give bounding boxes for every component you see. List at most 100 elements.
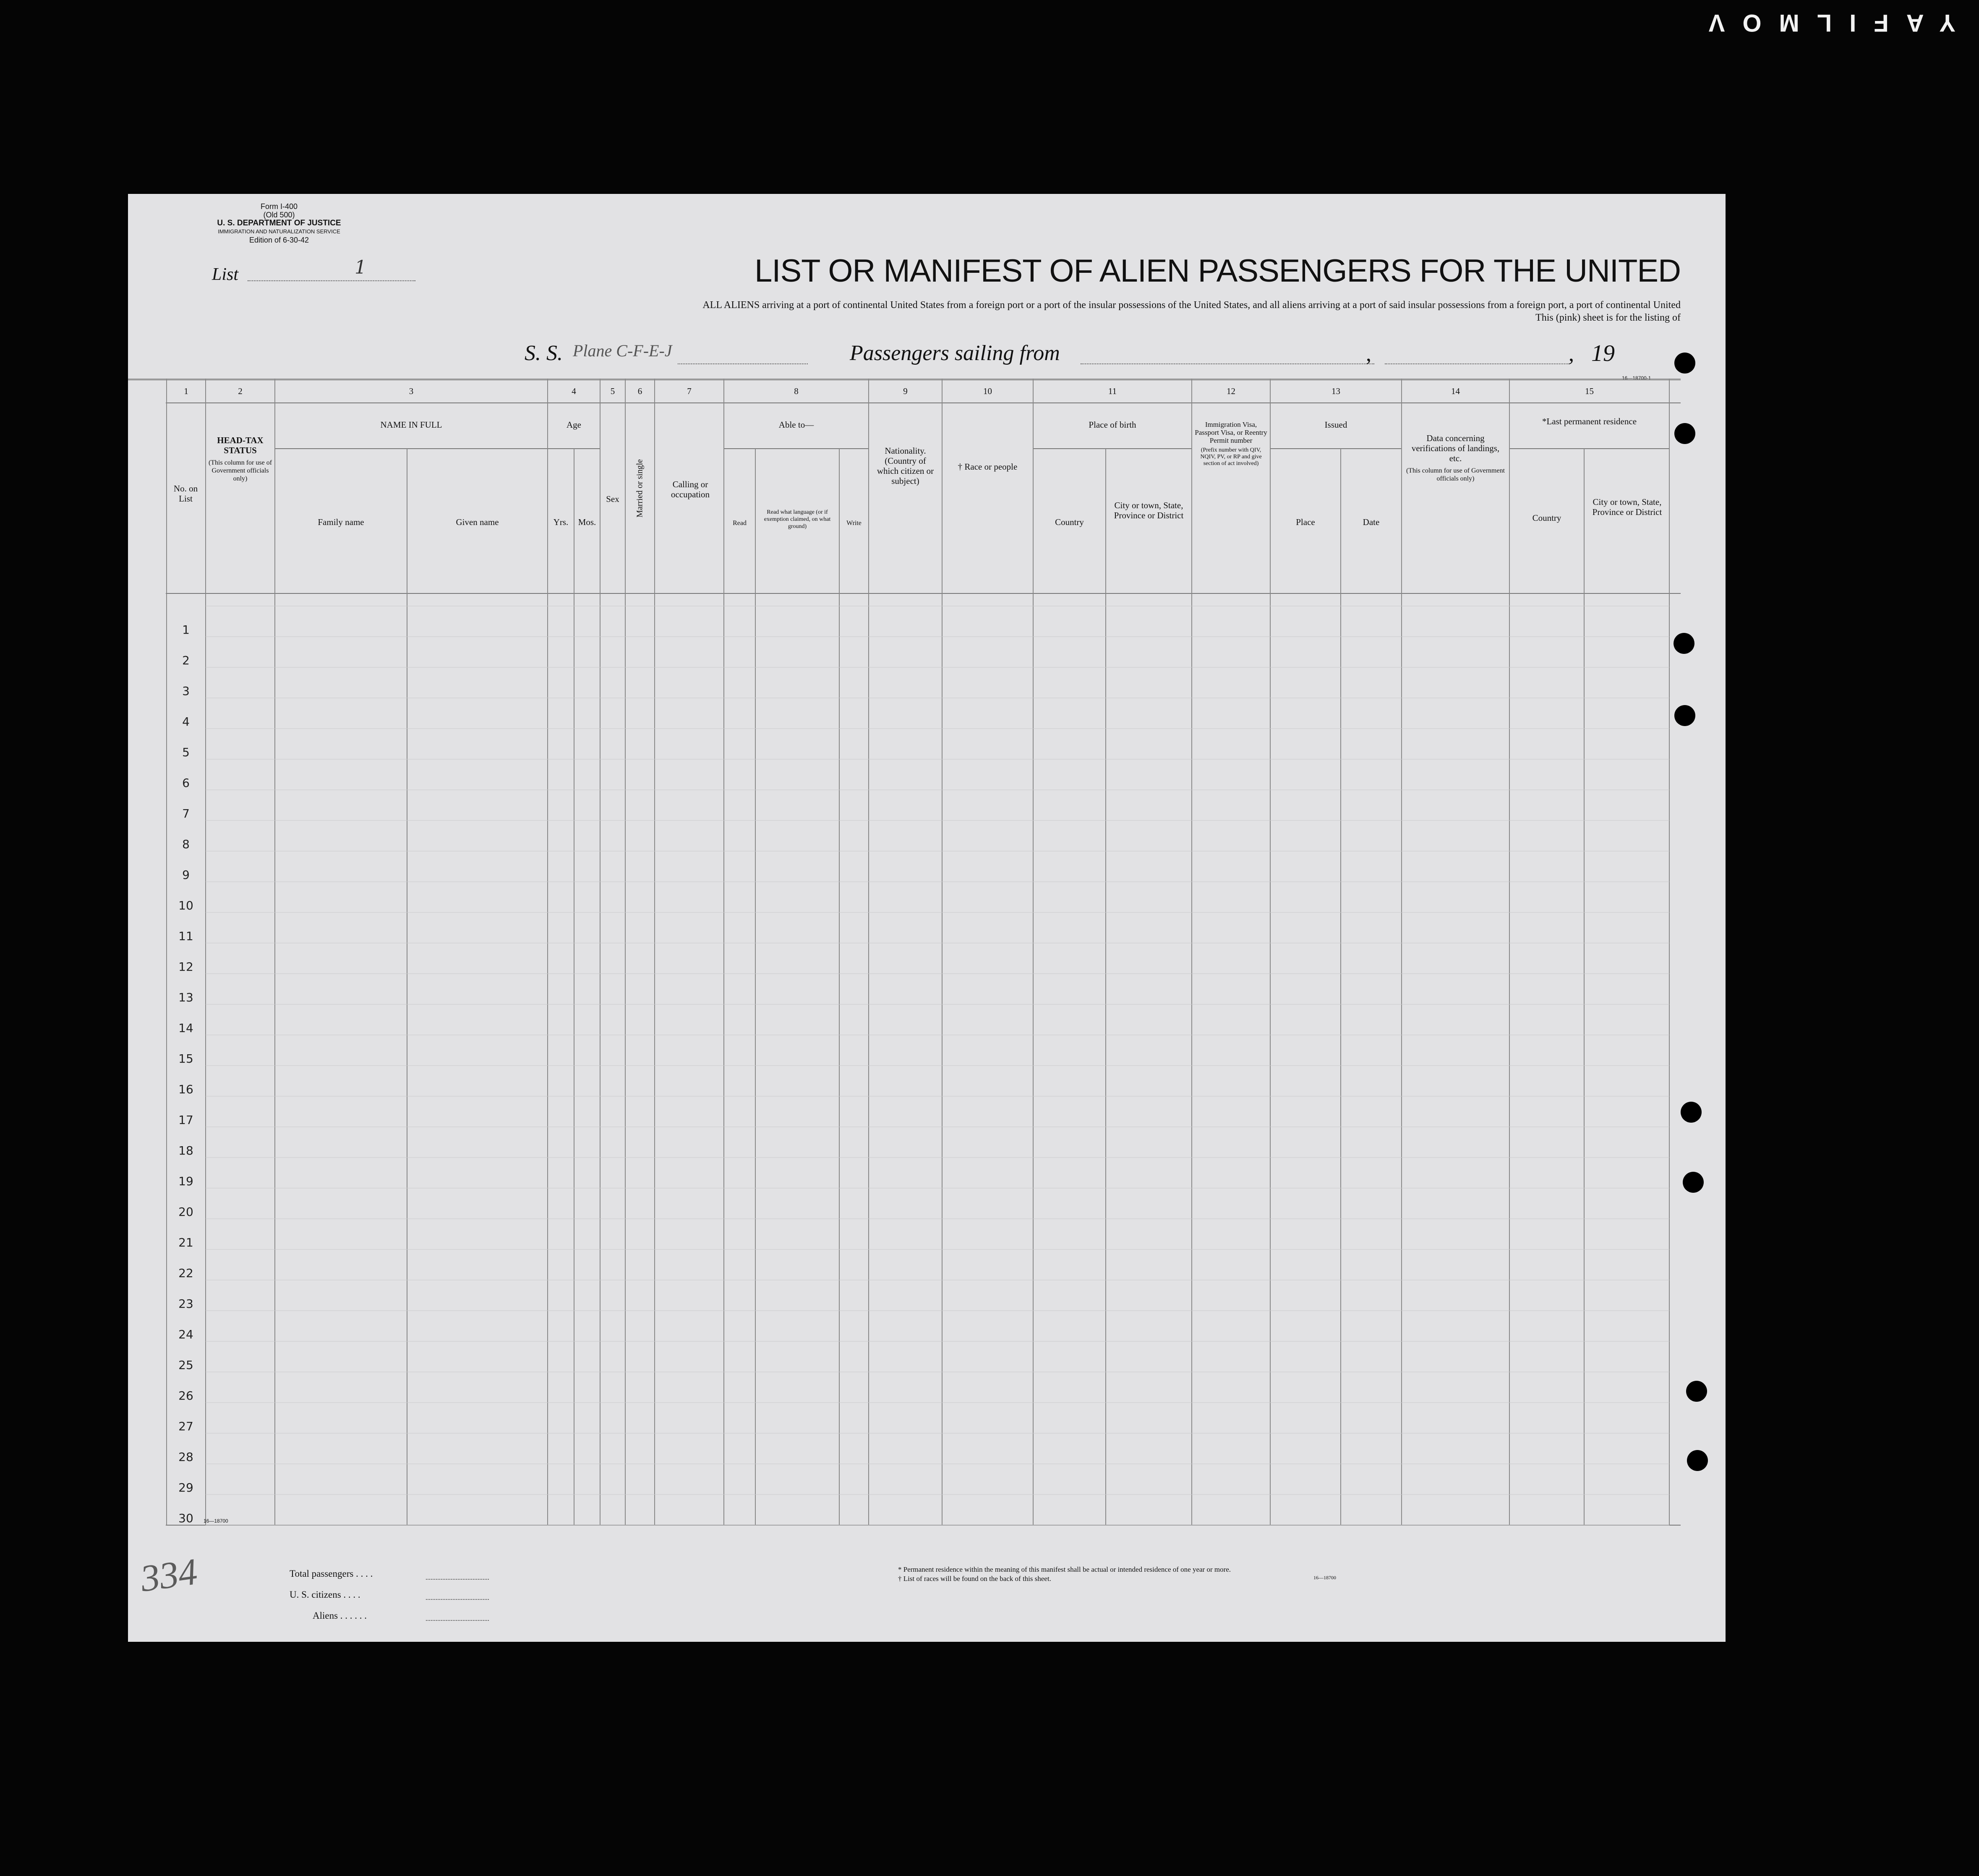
col-num-13: 13 [1332,386,1340,396]
footnote-code: 16—18700 [1313,1575,1336,1581]
margin-scrawl: 334 [138,1551,200,1600]
row-number: 11 [178,929,193,943]
header-family-name: Family name [318,517,364,527]
header-data-concerning-title: Data concerning verifications of landing… [1411,433,1500,463]
binder-hole-4 [1681,1102,1702,1123]
sailing-port-line [1081,363,1374,364]
col-num-9: 9 [903,386,908,396]
header-res-country: Country [1532,513,1561,523]
header-able-to: Able to— [778,420,814,430]
binder-hole-top [1674,353,1695,374]
col-num-8: 8 [794,386,799,396]
col-num-6: 6 [637,386,642,396]
col-num-7: 7 [687,386,692,396]
header-no-on-list: No. on List [173,483,198,504]
header-name-in-full: NAME IN FULL [380,420,442,430]
aliens-line [426,1620,489,1621]
year-prefix: 19 [1591,340,1615,366]
ss-label: S. S. [525,341,563,365]
header-data-concerning: Data concerning verifications of landing… [1406,433,1505,483]
row-number: 19 [178,1174,193,1188]
sailing-from-label: Passengers sailing from [850,341,1060,365]
header-read: Read [733,520,747,527]
binder-hole-7 [1687,1450,1708,1471]
header-head-tax-title: HEAD-TAX STATUS [217,435,264,455]
header-read-language: Read what language (or if exemption clai… [764,509,831,530]
aliens-label: Aliens . . . . . . [313,1610,367,1621]
row-number: 21 [178,1236,193,1249]
header-yrs: Yrs. [553,517,569,527]
row-number: 1 [182,623,190,637]
manifest-subtitle: ALL ALIENS arriving at a port of contine… [702,300,1681,311]
header-mos: Mos. [578,517,596,527]
list-number-line [248,280,415,281]
row-number: 4 [182,715,190,729]
header-res-city: City or town, State, Province or Distric… [1592,497,1662,517]
comma-1: , [1366,342,1371,366]
header-place-of-birth: Place of birth [1089,420,1136,430]
header-visa: Immigration Visa, Passport Visa, or Reen… [1194,421,1268,467]
header-given-name: Given name [456,517,499,527]
col-num-5: 5 [610,386,615,396]
col-num-12: 12 [1227,386,1235,396]
row-number: 13 [178,990,193,1004]
row-number: 8 [182,837,190,851]
header-calling: Calling or occupation [671,479,710,499]
total-passengers-line [426,1579,489,1580]
total-passengers-label: Total passengers . . . . [290,1568,373,1579]
header-write: Write [846,520,862,527]
row-number: 29 [178,1481,193,1495]
binder-hole-5 [1683,1172,1704,1193]
ss-vessel-value: Plane C-F-E-J [573,341,672,360]
binder-hole-1 [1674,423,1695,444]
header-visa-note: (Prefix number with QIV, NQIV, PV, or RP… [1200,447,1262,467]
footnote-permanent-residence: * Permanent residence within the meaning… [898,1565,1231,1573]
row-number: 26 [178,1389,193,1403]
header-head-tax-note: (This column for use of Government offic… [208,459,272,482]
row-number: 27 [178,1419,193,1433]
header-data-concerning-note: (This column for use of Government offic… [1406,467,1505,482]
header-race: † Race or people [958,462,1018,472]
form-old-number: (Old 500) [263,211,295,219]
form-identification: Form I-400 (Old 500) U. S. DEPARTMENT OF… [191,202,367,244]
binder-hole-6 [1686,1381,1707,1402]
row-number: 16 [178,1082,193,1096]
list-label: List [212,265,239,284]
us-citizens-label: U. S. citizens . . . . [290,1589,360,1600]
row-number: 18 [178,1144,193,1157]
header-issued-place: Place [1296,517,1315,527]
row-number: 6 [182,776,190,790]
comma-2: , [1569,342,1574,366]
row-number: 12 [178,960,193,974]
header-sex: Sex [606,494,619,504]
row-number: 10 [178,899,193,912]
col-num-11: 11 [1108,386,1117,396]
form-number: Form I-400 [260,202,298,211]
department-name: U. S. DEPARTMENT OF JUSTICE [217,219,341,227]
service-name: IMMIGRATION AND NATURALIZATION SERVICE [218,228,340,235]
row-number: 7 [182,807,190,820]
binder-hole-3 [1674,705,1695,726]
header-last-residence: *Last permanent residence [1542,416,1637,426]
ss-vessel-line [678,363,808,364]
header-nationality: Nationality. (Country of which citizen o… [877,446,934,486]
us-citizens-line [426,1599,489,1600]
col-num-15: 15 [1585,386,1594,396]
header-age: Age [567,420,581,430]
header-birth-country: Country [1055,517,1084,527]
header-birth-city: City or town, State, Province or Distric… [1114,500,1184,520]
header-head-tax: HEAD-TAX STATUS (This column for use of … [208,435,273,483]
row-number: 15 [178,1052,193,1066]
header-issued: Issued [1324,420,1347,430]
binder-hole-2 [1674,633,1694,654]
row-number: 9 [182,868,190,882]
row-number: 28 [178,1450,193,1464]
list-number-value: 1 [355,257,366,278]
row-number: 3 [182,684,190,698]
header-married-or-single: Married or single [635,459,645,517]
manifest-title: LIST OR MANIFEST OF ALIEN PASSENGERS FOR… [755,253,1681,289]
form-edition: Edition of 6-30-42 [249,236,309,244]
col-num-4: 4 [572,386,576,396]
row-number: 25 [178,1358,193,1372]
table-grid-lines [128,379,1681,1526]
